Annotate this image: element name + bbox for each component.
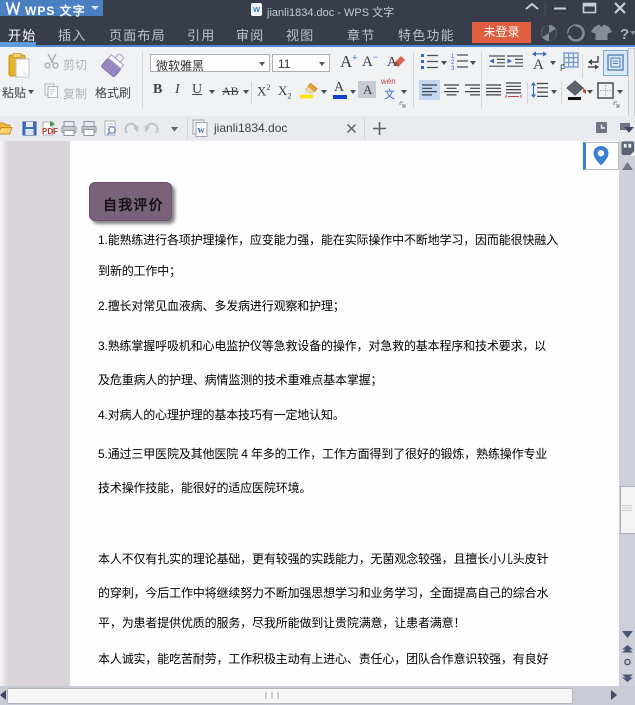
svg-text:F: F	[560, 63, 566, 71]
svg-text:?: ?	[620, 26, 629, 43]
svg-text:w: w	[198, 125, 206, 136]
svg-text:3: 3	[451, 66, 455, 70]
svg-text:A: A	[533, 57, 544, 73]
svg-text:PDF: PDF	[42, 127, 58, 136]
